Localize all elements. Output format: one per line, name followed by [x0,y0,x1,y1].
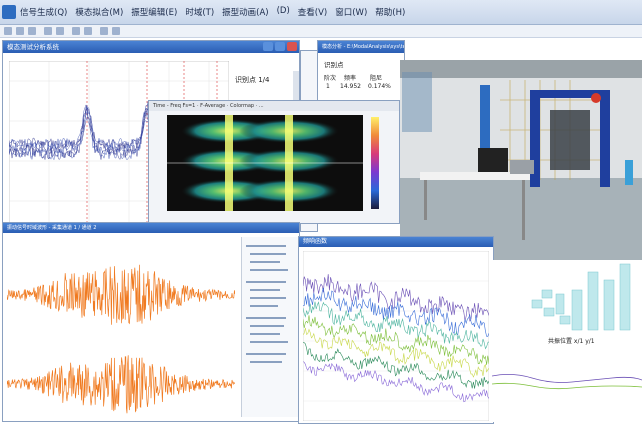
identification-label: 识别点 1/4 [235,76,270,84]
time-signal-window[interactable]: 振动信号时域波形 - 采集通道 1 / 通道 2 [2,222,300,422]
new-icon[interactable] [4,27,12,35]
channel-tree-panel[interactable] [241,237,298,417]
zoom-in-icon[interactable] [44,27,52,35]
menu-item-6[interactable]: 查看(V) [298,6,327,18]
menu-bar: 信号生成(Q) 模态拟合(M) 振型编辑(E) 时域(T) 振型动画(A) (D) 查看(V… [0,0,642,25]
close-icon[interactable] [287,42,297,51]
app-logo-icon [2,5,16,19]
toolbar [0,25,642,38]
menu-item-4[interactable]: 振型动画(A) [222,6,268,18]
menu-item-8[interactable]: 帮助(H) [375,6,405,18]
col-order-header: 阶次 [324,75,337,82]
row-freq: 14.952 [340,83,361,90]
menu-items: 信号生成(Q) 模态拟合(M) 振型编辑(E) 时域(T) 振型动画(A) (D) 查看(V… [20,6,405,18]
col-freq-header: 频率 [344,75,357,82]
menu-item-3[interactable]: 时域(T) [185,6,214,18]
fft-window[interactable]: 频响函数 [298,236,494,424]
save-icon[interactable] [28,27,36,35]
spectrogram-plot [167,115,379,211]
menu-item-7[interactable]: 窗口(W) [335,6,367,18]
spectrogram-titlebar[interactable]: Time - Freq Fs=1 · F-Average · Colormap … [149,101,399,111]
menu-item-0[interactable]: 信号生成(Q) [20,6,67,18]
fft-plot [303,251,489,421]
zoom-out-icon[interactable] [56,27,64,35]
mode-shape-label: 共振位置 x/1 y/1 [548,338,595,345]
stop-icon[interactable] [112,27,120,35]
spectrogram-window[interactable]: Time - Freq Fs=1 · F-Average · Colormap … [148,100,400,224]
time-signal-titlebar[interactable]: 振动信号时域波形 - 采集通道 1 / 通道 2 [3,223,299,233]
row-order: 1 [326,83,330,90]
fft-titlebar[interactable]: 频响函数 [299,237,493,247]
signal-plot-channel-1 [7,259,235,331]
signal-plot-channel-2 [7,351,235,417]
menu-item-2[interactable]: 振型编辑(E) [131,6,177,18]
mode-window-titlebar[interactable]: 模态分析 - E:\ModalAnalysis\sys\testdata [318,41,404,53]
col-damp-header: 阻尼 [370,75,383,82]
measure-icon[interactable] [84,27,92,35]
row-damp: 0.174% [368,83,391,90]
mode-shape-panel: 共振位置 x/1 y/1 [492,260,642,352]
frf-window-titlebar[interactable]: 模态测试分析系统 [3,41,299,53]
maximize-icon[interactable] [275,42,285,51]
minimize-icon[interactable] [263,42,273,51]
play-icon[interactable] [100,27,108,35]
open-icon[interactable] [16,27,24,35]
lab-photo-image [400,60,642,260]
cursor-icon[interactable] [72,27,80,35]
mode-result-window[interactable]: 模态分析 - E:\ModalAnalysis\sys\testdata 识别点… [317,40,405,108]
lab-photo [400,60,642,260]
menu-item-1[interactable]: 模态拟合(M) [75,6,123,18]
channel-tree [246,245,288,363]
waveform-strip [492,352,642,422]
waveform-strip-plot [492,352,642,422]
mode-sub-title: 识别点 [324,61,344,69]
menu-item-5[interactable]: (D) [277,6,290,18]
